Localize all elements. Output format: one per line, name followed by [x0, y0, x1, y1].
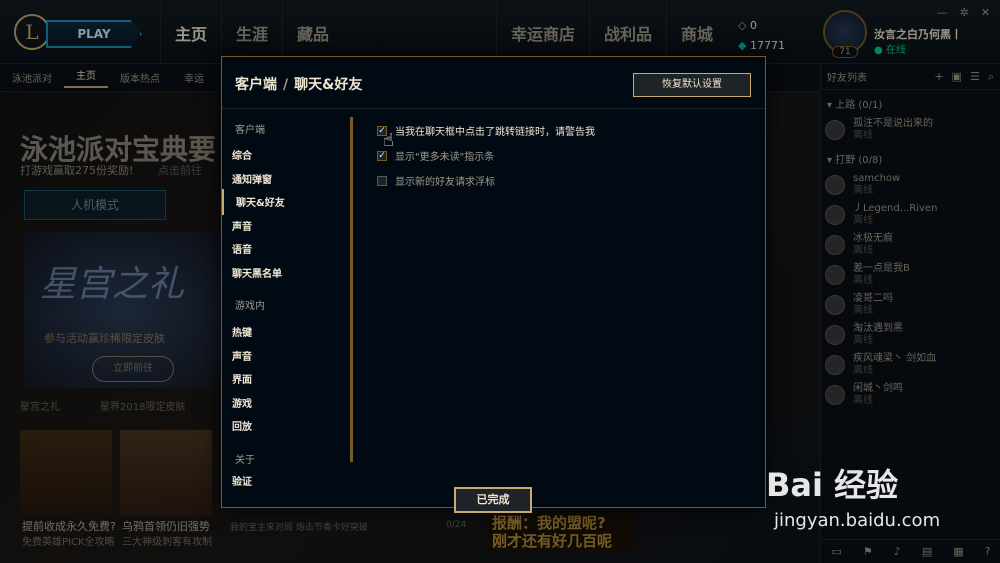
watermark-logo: Bai 经验 [766, 466, 899, 504]
option-label: 显示新的好友请求浮标 [395, 177, 495, 188]
sidebar-item-interface[interactable]: 界面 [232, 371, 252, 386]
breadcrumb-separator: / [283, 77, 289, 93]
sidebar-item-sound[interactable]: 声音 [232, 218, 252, 233]
modal-header: 客户端 / 聊天&好友 恢复默认设置 [222, 57, 765, 109]
option-warn-links[interactable]: ✓ 当我在聊天框中点击了跳转链接时，请警告我 [377, 123, 595, 138]
sidebar-active-indicator [222, 189, 224, 215]
sidebar-item-chat-friends[interactable]: 聊天&好友 [236, 194, 285, 209]
sidebar-item-chat-blacklist[interactable]: 聊天黑名单 [232, 265, 282, 280]
sidebar-group-client: 客户端 [235, 125, 265, 136]
settings-sidebar: 客户端 综合 通知弹窗 聊天&好友 声音 语音 聊天黑名单 游戏内 热键 声音 … [222, 117, 352, 497]
option-friend-request-badge[interactable]: 显示新的好友请求浮标 [377, 173, 495, 188]
sidebar-item-notifications[interactable]: 通知弹窗 [232, 171, 272, 186]
done-button[interactable]: 已完成 [454, 487, 532, 513]
hand-cursor-icon: ☝ [383, 130, 394, 151]
breadcrumb-root: 客户端 [235, 77, 277, 93]
sidebar-item-ingame-sound[interactable]: 声音 [232, 348, 252, 363]
sidebar-scrollbar[interactable] [350, 117, 353, 462]
sidebar-group-about: 关于 [235, 455, 255, 466]
settings-modal: 客户端 / 聊天&好友 恢复默认设置 客户端 综合 通知弹窗 聊天&好友 声音 语音… [221, 56, 766, 513]
baidu-watermark: Bai 经验 jingyan.baidu.com [766, 460, 986, 540]
sidebar-item-general[interactable]: 综合 [232, 147, 252, 162]
sidebar-item-verification[interactable]: 验证 [232, 473, 252, 488]
checkbox-checked[interactable]: ✓ [377, 150, 387, 161]
sidebar-group-ingame: 游戏内 [235, 301, 265, 312]
breadcrumb: 客户端 / 聊天&好友 [235, 74, 362, 94]
option-label: 显示"更多未读"指示条 [395, 152, 495, 163]
option-label: 当我在聊天框中点击了跳转链接时，请警告我 [395, 127, 595, 138]
client-window: L PLAY 主页 生涯 藏品 幸运商店 战利品 商城 ◇ 0 ◆ 17771 … [0, 0, 1000, 563]
sidebar-item-voice[interactable]: 语音 [232, 241, 252, 256]
sidebar-item-hotkeys[interactable]: 热键 [232, 324, 252, 339]
restore-defaults-button[interactable]: 恢复默认设置 [633, 73, 751, 97]
breadcrumb-current: 聊天&好友 [294, 77, 363, 93]
sidebar-item-replays[interactable]: 回放 [232, 418, 252, 433]
option-more-unread[interactable]: ✓ 显示"更多未读"指示条 [377, 148, 494, 163]
watermark-url: jingyan.baidu.com [774, 510, 941, 531]
sidebar-item-game[interactable]: 游戏 [232, 395, 252, 410]
checkbox-unchecked[interactable] [377, 175, 387, 186]
